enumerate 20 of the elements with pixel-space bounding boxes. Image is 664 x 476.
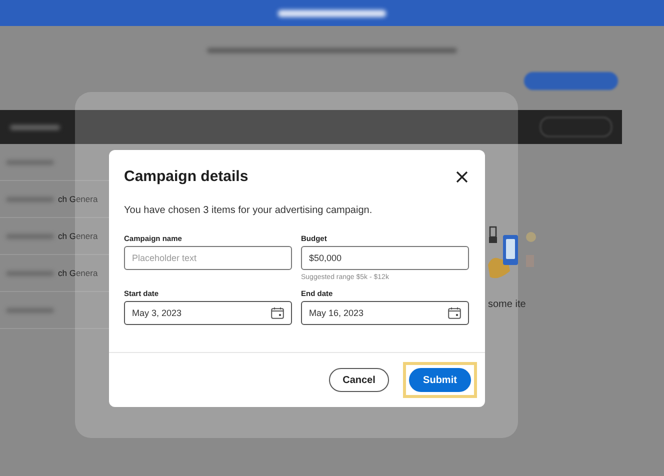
cancel-button[interactable]: Cancel (329, 368, 389, 392)
empty-state-text: some ite (488, 299, 526, 310)
submit-button[interactable]: Submit (409, 368, 471, 392)
blurred-text (6, 270, 54, 276)
calendar-icon[interactable] (271, 307, 284, 319)
input-field[interactable]: Placeholder text (124, 246, 292, 270)
dialog-title: Campaign details (124, 168, 248, 185)
blurred-text (6, 234, 54, 238)
row-text: ch Genera (58, 268, 98, 278)
calendar-icon[interactable] (448, 307, 461, 319)
row-text: ch Genera (58, 231, 98, 241)
input-field[interactable]: $50,000 (301, 246, 469, 270)
dialog-description: You have chosen 3 items for your advertising campaign. (124, 205, 374, 216)
row-text: ch Genera (58, 194, 98, 204)
date-field[interactable]: May 3, 2023 (124, 301, 292, 325)
close-icon[interactable] (455, 170, 469, 184)
blurred-text (6, 196, 54, 202)
date-field[interactable]: May 16, 2023 (301, 301, 469, 325)
blurred-text (6, 160, 54, 164)
blurred-text (6, 308, 54, 312)
